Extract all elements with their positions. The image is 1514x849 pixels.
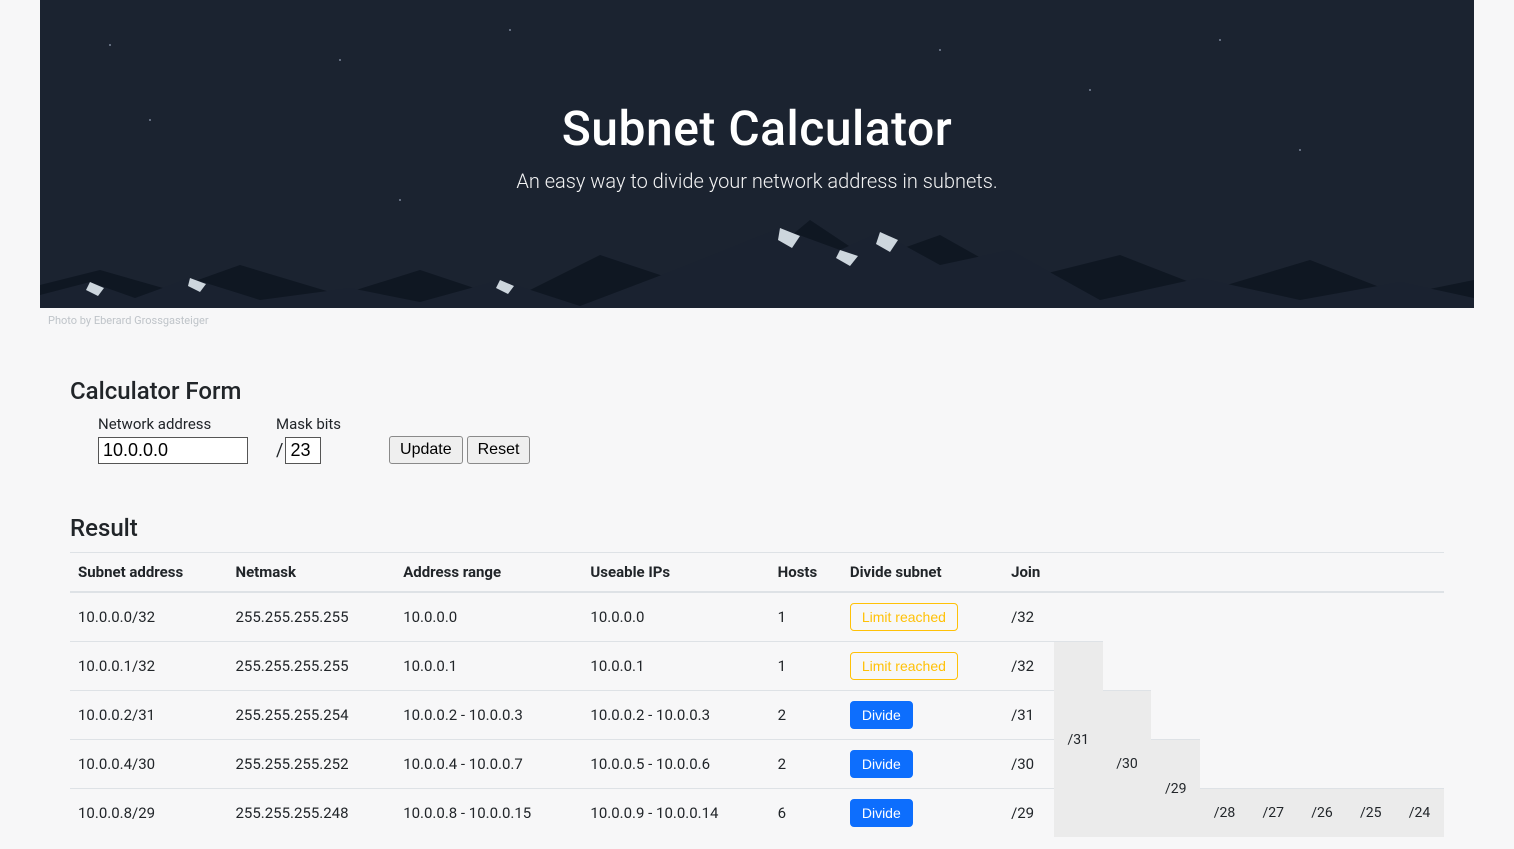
cell-useable: 10.0.0.2 - 10.0.0.3 <box>582 691 769 740</box>
cell-useable: 10.0.0.9 - 10.0.0.14 <box>582 789 769 838</box>
cell-netmask: 255.255.255.254 <box>227 691 395 740</box>
cell-join-own[interactable]: /32 <box>1003 642 1054 691</box>
cell-divide: Divide <box>842 789 1003 838</box>
cell-hosts: 1 <box>770 592 842 642</box>
cell-join-own[interactable]: /29 <box>1003 789 1054 838</box>
cell-netmask: 255.255.255.255 <box>227 592 395 642</box>
reset-button[interactable]: Reset <box>467 436 531 464</box>
divide-button[interactable]: Divide <box>850 750 913 778</box>
cell-range: 10.0.0.1 <box>395 642 582 691</box>
cell-range: 10.0.0.0 <box>395 592 582 642</box>
cell-join-own[interactable]: /32 <box>1003 592 1054 642</box>
cell-useable: 10.0.0.1 <box>582 642 769 691</box>
table-row: 10.0.0.1/32255.255.255.25510.0.0.110.0.0… <box>70 642 1444 691</box>
join-level-cell[interactable]: /24 <box>1395 789 1444 838</box>
cell-subnet: 10.0.0.8/29 <box>70 789 227 838</box>
col-range: Address range <box>395 553 582 593</box>
cell-hosts: 6 <box>770 789 842 838</box>
limit-reached-button: Limit reached <box>850 603 958 631</box>
col-join: Join <box>1003 553 1444 593</box>
join-level-cell[interactable]: /28 <box>1200 789 1249 838</box>
network-address-input[interactable] <box>98 437 248 464</box>
cell-join-own[interactable]: /31 <box>1003 691 1054 740</box>
cell-range: 10.0.0.8 - 10.0.0.15 <box>395 789 582 838</box>
join-level-cell[interactable]: /29 <box>1151 740 1200 838</box>
col-subnet: Subnet address <box>70 553 227 593</box>
cell-divide: Limit reached <box>842 592 1003 642</box>
table-row: 10.0.0.8/29255.255.255.24810.0.0.8 - 10.… <box>70 789 1444 838</box>
cell-divide: Divide <box>842 740 1003 789</box>
table-row: 10.0.0.2/31255.255.255.25410.0.0.2 - 10.… <box>70 691 1444 740</box>
calculator-form: Network address Mask bits / Update Reset <box>70 415 1444 464</box>
table-row: 10.0.0.0/32255.255.255.25510.0.0.010.0.0… <box>70 592 1444 642</box>
network-address-label: Network address <box>98 415 248 433</box>
slash-label: / <box>276 440 283 461</box>
divide-button[interactable]: Divide <box>850 799 913 827</box>
join-level-cell[interactable]: /31 <box>1054 642 1103 838</box>
join-level-cell[interactable]: /30 <box>1103 691 1152 838</box>
cell-netmask: 255.255.255.248 <box>227 789 395 838</box>
form-heading: Calculator Form <box>70 377 1444 405</box>
join-level-cell[interactable]: /27 <box>1249 789 1298 838</box>
join-level-cell[interactable]: /26 <box>1298 789 1347 838</box>
cell-hosts: 2 <box>770 740 842 789</box>
limit-reached-button: Limit reached <box>850 652 958 680</box>
cell-divide: Divide <box>842 691 1003 740</box>
cell-subnet: 10.0.0.4/30 <box>70 740 227 789</box>
table-header-row: Subnet address Netmask Address range Use… <box>70 553 1444 593</box>
result-table: Subnet address Netmask Address range Use… <box>70 552 1444 837</box>
col-hosts: Hosts <box>770 553 842 593</box>
cell-subnet: 10.0.0.2/31 <box>70 691 227 740</box>
cell-subnet: 10.0.0.0/32 <box>70 592 227 642</box>
cell-netmask: 255.255.255.252 <box>227 740 395 789</box>
cell-useable: 10.0.0.5 - 10.0.0.6 <box>582 740 769 789</box>
cell-range: 10.0.0.4 - 10.0.0.7 <box>395 740 582 789</box>
cell-hosts: 2 <box>770 691 842 740</box>
cell-join-own[interactable]: /30 <box>1003 740 1054 789</box>
table-row: 10.0.0.4/30255.255.255.25210.0.0.4 - 10.… <box>70 740 1444 789</box>
photo-credit: Photo by Eberard Grossgasteiger <box>48 314 1474 327</box>
col-netmask: Netmask <box>227 553 395 593</box>
divide-button[interactable]: Divide <box>850 701 913 729</box>
col-divide: Divide subnet <box>842 553 1003 593</box>
page-subtitle: An easy way to divide your network addre… <box>40 169 1474 193</box>
mask-bits-input[interactable] <box>285 437 321 464</box>
col-useable: Useable IPs <box>582 553 769 593</box>
update-button[interactable]: Update <box>389 436 463 464</box>
cell-subnet: 10.0.0.1/32 <box>70 642 227 691</box>
cell-netmask: 255.255.255.255 <box>227 642 395 691</box>
result-heading: Result <box>70 514 1444 542</box>
cell-useable: 10.0.0.0 <box>582 592 769 642</box>
join-level-cell[interactable]: /25 <box>1346 789 1395 838</box>
cell-divide: Limit reached <box>842 642 1003 691</box>
page-title: Subnet Calculator <box>40 100 1474 157</box>
hero-banner: Subnet Calculator An easy way to divide … <box>40 0 1474 308</box>
mask-bits-label: Mask bits <box>276 415 341 433</box>
cell-hosts: 1 <box>770 642 842 691</box>
cell-range: 10.0.0.2 - 10.0.0.3 <box>395 691 582 740</box>
